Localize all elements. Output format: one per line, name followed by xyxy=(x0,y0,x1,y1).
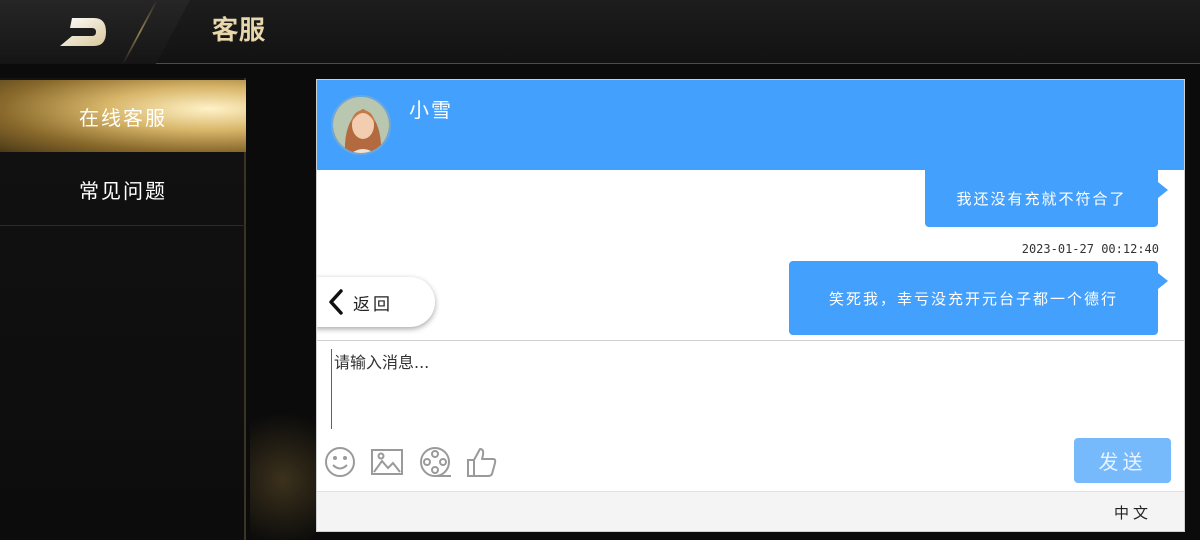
message-input[interactable] xyxy=(331,349,1171,429)
agent-avatar xyxy=(331,95,391,155)
avatar-portrait-icon xyxy=(333,97,389,153)
back-button-label: 返回 xyxy=(353,294,393,315)
message-bubble: 笑死我，幸亏没充开元台子都一个德行 xyxy=(789,261,1168,335)
chat-header: 小雪 xyxy=(317,80,1184,170)
composer: 发送 xyxy=(317,341,1184,491)
top-bar: 客服 xyxy=(0,0,1200,64)
back-arrow-icon[interactable] xyxy=(56,14,110,50)
message-bubble: 我还没有充就不符合了 xyxy=(925,170,1168,227)
back-button[interactable]: 返回 xyxy=(317,277,435,327)
sidebar-item-label: 在线客服 xyxy=(79,105,167,130)
footer-bar: 中文 xyxy=(317,491,1184,531)
message-text: 我还没有充就不符合了 xyxy=(956,190,1127,208)
page-title: 客服 xyxy=(212,16,267,46)
language-switch[interactable]: 中文 xyxy=(1114,502,1152,523)
emoji-icon[interactable] xyxy=(323,445,357,479)
background-decoration xyxy=(250,390,316,540)
sidebar-item-label: 常见问题 xyxy=(79,179,167,203)
message-text: 笑死我，幸亏没充开元台子都一个德行 xyxy=(828,289,1118,308)
chevron-left-icon xyxy=(329,289,343,315)
sidebar-item-faq[interactable]: 常见问题 xyxy=(0,154,246,226)
sidebar: 在线客服 常见问题 xyxy=(0,78,246,540)
image-icon[interactable] xyxy=(370,445,404,479)
agent-name: 小雪 xyxy=(409,98,453,122)
chat-panel: 小雪 我还没有充就不符合了 2023-01-27 00:12:40 笑死我，幸亏… xyxy=(316,79,1185,532)
message-timestamp: 2023-01-27 00:12:40 xyxy=(1021,242,1159,256)
video-reel-icon[interactable] xyxy=(418,445,452,479)
message-list: 我还没有充就不符合了 2023-01-27 00:12:40 笑死我，幸亏没充开… xyxy=(317,170,1184,340)
send-button[interactable]: 发送 xyxy=(1074,438,1171,483)
sidebar-item-online-service[interactable]: 在线客服 xyxy=(0,80,246,152)
thumbs-up-icon[interactable] xyxy=(465,445,499,479)
